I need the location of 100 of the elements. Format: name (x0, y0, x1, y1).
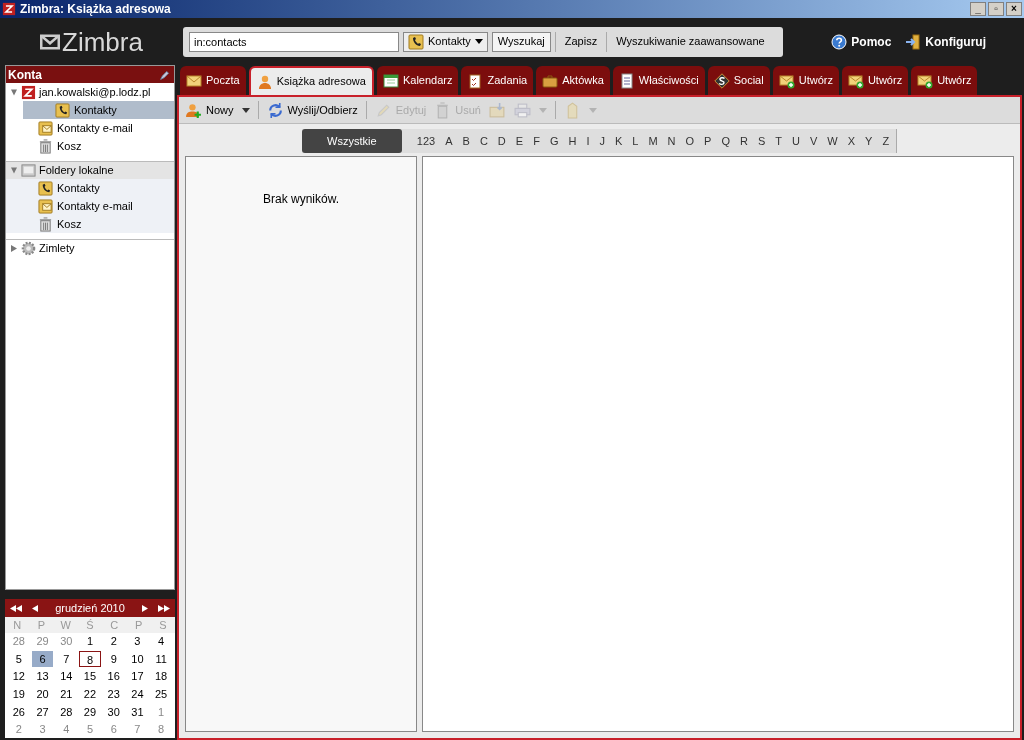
calendar-day[interactable]: 21 (55, 686, 78, 702)
calendar-day[interactable]: 8 (150, 721, 172, 738)
folder-tree-header[interactable]: Zimlety (6, 239, 174, 257)
calendar-day[interactable]: 15 (79, 668, 101, 685)
alphabet-filter[interactable]: Wszystkie (301, 129, 402, 153)
calendar-day[interactable]: 16 (102, 668, 125, 685)
calendar-day[interactable]: 27 (31, 703, 54, 720)
alphabet-filter[interactable]: Y (860, 129, 878, 153)
calendar-day[interactable]: 28 (55, 703, 78, 720)
alphabet-filter[interactable]: I (581, 129, 595, 153)
alphabet-filter[interactable]: N (662, 129, 681, 153)
toolbar-button[interactable]: Wyślij/Odbierz (264, 99, 360, 121)
save-search-button[interactable]: Zapisz (559, 31, 603, 52)
alphabet-filter[interactable]: Q (716, 129, 735, 153)
alphabet-filter[interactable]: J (594, 129, 610, 153)
alphabet-filter[interactable]: O (680, 129, 700, 153)
calendar-day[interactable]: 31 (126, 703, 149, 720)
folder-item[interactable]: Kosz (6, 137, 174, 155)
alphabet-filter[interactable]: 123 (411, 129, 441, 153)
calendar-day[interactable]: 1 (79, 633, 101, 649)
app-tab[interactable]: Książka adresowa (248, 66, 374, 95)
alphabet-filter[interactable]: B (457, 129, 475, 153)
alphabet-filter[interactable]: E (510, 129, 529, 153)
calendar-day[interactable]: 3 (126, 633, 149, 649)
calendar-day[interactable]: 14 (55, 668, 78, 685)
alphabet-filter[interactable]: H (563, 129, 582, 153)
app-tab[interactable]: Właściwości (612, 66, 705, 95)
calendar-day[interactable]: 6 (102, 721, 125, 738)
calendar-day[interactable]: 8 (79, 650, 101, 667)
alphabet-filter[interactable]: C (474, 129, 493, 153)
alphabet-filter[interactable]: R (735, 129, 753, 153)
calendar-day[interactable]: 29 (31, 633, 54, 649)
calendar-day[interactable]: 29 (79, 703, 101, 720)
window-control-button[interactable]: × (1006, 2, 1022, 16)
calendar-day[interactable]: 23 (102, 686, 125, 702)
advanced-search-button[interactable]: Wyszukiwanie zaawansowane (611, 31, 770, 52)
alphabet-filter[interactable]: G (544, 129, 564, 153)
calendar-day[interactable]: 19 (8, 686, 30, 702)
calendar-day[interactable]: 20 (31, 686, 54, 702)
calendar-day[interactable]: 11 (150, 650, 172, 667)
app-tab[interactable]: Social (707, 66, 770, 95)
previous-month-button[interactable] (30, 602, 40, 614)
alphabet-filter[interactable]: F (528, 129, 545, 153)
calendar-day[interactable]: 1 (150, 703, 172, 720)
calendar-day[interactable]: 4 (55, 721, 78, 738)
folder-tree-header[interactable]: Foldery lokalne (6, 161, 174, 179)
calendar-day[interactable]: 17 (126, 668, 149, 685)
previous-year-button[interactable] (8, 602, 24, 614)
calendar-day[interactable]: 3 (31, 721, 54, 738)
folder-item[interactable]: Kontakty (23, 101, 174, 119)
calendar-day[interactable]: 22 (79, 686, 101, 702)
calendar-day[interactable]: 2 (102, 633, 125, 649)
settings-link[interactable]: Konfiguruj (905, 32, 986, 51)
app-tab[interactable]: Aktówka (536, 66, 610, 95)
calendar-day[interactable]: 28 (8, 633, 30, 649)
alphabet-filter[interactable]: M (643, 129, 663, 153)
next-month-button[interactable] (140, 602, 150, 614)
calendar-day[interactable]: 24 (126, 686, 149, 702)
alphabet-filter[interactable]: W (822, 129, 843, 153)
search-scope-dropdown[interactable]: Kontakty (403, 31, 488, 52)
alphabet-filter[interactable]: K (609, 129, 628, 153)
alphabet-filter[interactable]: X (842, 129, 861, 153)
app-tab[interactable]: Zadania (461, 66, 534, 95)
help-link[interactable]: Pomoc (831, 32, 892, 51)
folder-item[interactable]: Kontakty e-mail (6, 119, 174, 137)
alphabet-filter[interactable]: A (440, 129, 458, 153)
calendar-day[interactable]: 5 (79, 721, 101, 738)
expand-toggle[interactable] (9, 244, 18, 253)
calendar-day[interactable]: 7 (126, 721, 149, 738)
window-control-button[interactable]: ▫ (988, 2, 1004, 16)
collapse-toggle[interactable] (9, 166, 18, 175)
app-tab[interactable]: Utwórz (911, 66, 978, 95)
app-tab[interactable]: Kalendarz (376, 66, 459, 95)
calendar-day[interactable]: 9 (102, 650, 125, 667)
calendar-day[interactable]: 5 (8, 650, 30, 667)
calendar-day[interactable]: 7 (55, 650, 78, 667)
folder-item[interactable]: Kosz (6, 215, 174, 233)
calendar-day[interactable]: 2 (8, 721, 30, 738)
search-button[interactable]: Wyszukaj (491, 31, 551, 52)
calendar-day[interactable]: 13 (31, 668, 54, 685)
folder-item[interactable]: Kontakty e-mail (6, 197, 174, 215)
calendar-day[interactable]: 6 (31, 650, 54, 667)
calendar-day[interactable]: 30 (55, 633, 78, 649)
alphabet-filter[interactable]: L (627, 129, 644, 153)
next-year-button[interactable] (156, 602, 172, 614)
search-field[interactable]: in:contacts (189, 31, 399, 52)
alphabet-filter[interactable]: D (492, 129, 511, 153)
calendar-day[interactable]: 26 (8, 703, 30, 720)
window-control-button[interactable]: _ (970, 2, 986, 16)
alphabet-filter[interactable]: P (699, 129, 717, 153)
calendar-day[interactable]: 18 (150, 668, 172, 685)
app-tab[interactable]: Poczta (180, 66, 246, 95)
app-tab[interactable]: Utwórz (772, 66, 839, 95)
alphabet-filter[interactable]: V (805, 129, 823, 153)
calendar-day[interactable]: 12 (8, 668, 30, 685)
collapse-toggle[interactable] (9, 87, 18, 97)
toolbar-button[interactable]: Nowy (183, 99, 252, 121)
app-tab[interactable]: Utwórz (841, 66, 909, 95)
alphabet-filter[interactable]: S (752, 129, 771, 153)
calendar-day[interactable]: 10 (126, 650, 149, 667)
